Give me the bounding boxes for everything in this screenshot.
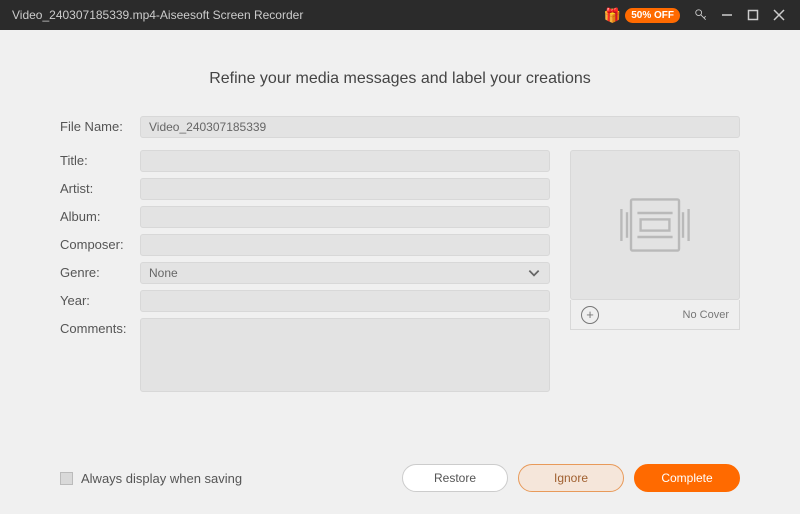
label-comments: Comments: (60, 318, 140, 336)
promo-offer[interactable]: 🎁 50% OFF (604, 7, 680, 24)
ignore-button[interactable]: Ignore (518, 464, 624, 492)
select-genre[interactable]: None (140, 262, 550, 284)
titlebar-appname: Aiseesoft Screen Recorder (160, 8, 303, 22)
add-cover-button[interactable]: + (581, 306, 599, 324)
input-artist[interactable] (140, 178, 550, 200)
always-display-checkbox[interactable] (60, 472, 73, 485)
input-album[interactable] (140, 206, 550, 228)
input-filename[interactable] (140, 116, 740, 138)
no-cover-label: No Cover (683, 309, 729, 321)
app-window: Video_240307185339.mp4 - Aiseesoft Scree… (0, 0, 800, 514)
cover-footer: + No Cover (570, 300, 740, 330)
page-heading: Refine your media messages and label you… (60, 70, 740, 88)
titlebar: Video_240307185339.mp4 - Aiseesoft Scree… (0, 0, 800, 30)
always-display-label: Always display when saving (81, 471, 242, 486)
register-key-icon[interactable] (688, 0, 714, 30)
promo-badge: 50% OFF (625, 8, 680, 23)
input-comments[interactable] (140, 318, 550, 392)
cover-placeholder-icon (615, 193, 695, 257)
input-composer[interactable] (140, 234, 550, 256)
footer-bar: Always display when saving Restore Ignor… (0, 448, 800, 514)
restore-button[interactable]: Restore (402, 464, 508, 492)
maximize-button[interactable] (740, 0, 766, 30)
complete-button[interactable]: Complete (634, 464, 740, 492)
select-genre-value: None (149, 266, 178, 280)
label-title: Title: (60, 150, 140, 168)
close-button[interactable] (766, 0, 792, 30)
label-genre: Genre: (60, 262, 140, 280)
input-title[interactable] (140, 150, 550, 172)
label-album: Album: (60, 206, 140, 224)
input-year[interactable] (140, 290, 550, 312)
label-year: Year: (60, 290, 140, 308)
row-filename: File Name: (60, 116, 740, 138)
label-filename: File Name: (60, 116, 140, 134)
cover-art-box[interactable] (570, 150, 740, 300)
titlebar-filename: Video_240307185339.mp4 (12, 8, 156, 22)
content-area: Refine your media messages and label you… (0, 30, 800, 448)
chevron-down-icon (527, 266, 541, 280)
always-display-option[interactable]: Always display when saving (60, 471, 242, 486)
cover-column: + No Cover (570, 150, 740, 403)
label-composer: Composer: (60, 234, 140, 252)
label-artist: Artist: (60, 178, 140, 196)
minimize-button[interactable] (714, 0, 740, 30)
gift-icon: 🎁 (604, 7, 621, 24)
